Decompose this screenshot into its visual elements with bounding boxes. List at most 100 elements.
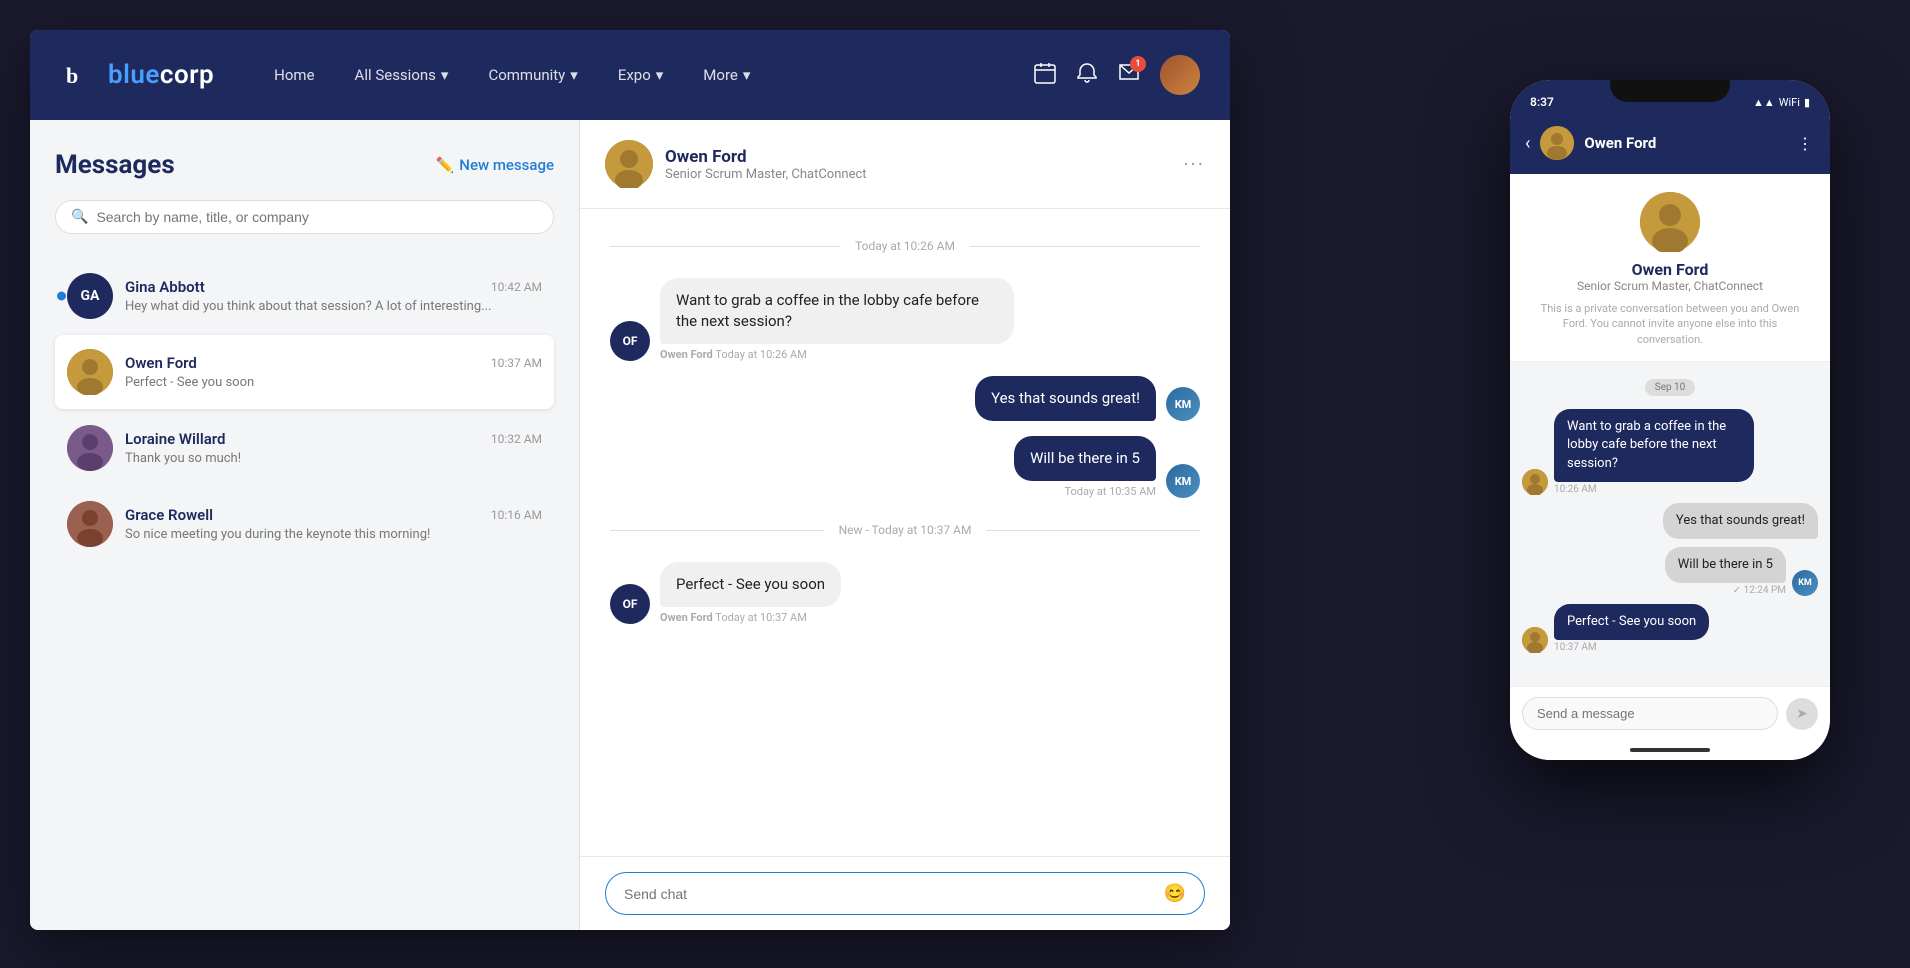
phone-msg-row-3: Will be there in 5 ✓ 12:24 PM KM (1522, 547, 1818, 596)
msg-meta-3: Today at 10:35 AM (1014, 485, 1156, 498)
phone-home-bar (1510, 740, 1830, 760)
logo-text: bluecorp (108, 60, 214, 90)
conversation-list: GA Gina Abbott 10:42 AM Hey what did you… (55, 259, 554, 561)
phone-bubble-1: Want to grab a coffee in the lobby cafe … (1554, 409, 1754, 482)
chat-messages: Today at 10:26 AM OF Want to grab a coff… (580, 209, 1230, 856)
phone-date-badge: Sep 10 (1522, 379, 1818, 396)
msg-meta-4: Owen Ford Today at 10:37 AM (660, 611, 841, 624)
unread-indicator (57, 292, 66, 301)
bell-icon[interactable] (1076, 62, 1098, 89)
phone-contact-name: Owen Ford (1584, 134, 1787, 152)
new-message-button[interactable]: ✏️ New message (436, 156, 554, 174)
conversation-item-gina[interactable]: GA Gina Abbott 10:42 AM Hey what did you… (55, 259, 554, 333)
chat-input[interactable] (624, 886, 1164, 902)
phone-profile-section: Owen Ford Senior Scrum Master, ChatConne… (1510, 174, 1830, 362)
phone-bubble-content-1: Want to grab a coffee in the lobby cafe … (1554, 409, 1754, 495)
avatar-gina: GA (67, 273, 113, 319)
message-row-4: OF Perfect - See you soon Owen Ford Toda… (610, 562, 1200, 624)
phone-avatar-of-4 (1522, 627, 1548, 653)
desktop-app: b bluecorp Home All Sessions ▾ Community… (30, 30, 1230, 930)
msg-name-grace: Grace Rowell (125, 506, 213, 524)
conversation-item-loraine[interactable]: Loraine Willard 10:32 AM Thank you so mu… (55, 411, 554, 485)
avatar-loraine (67, 425, 113, 471)
phone-chat-input[interactable] (1522, 697, 1778, 730)
calendar-icon[interactable] (1034, 62, 1056, 89)
search-input[interactable] (96, 209, 538, 225)
msg-content-owen: Owen Ford 10:37 AM Perfect - See you soo… (125, 354, 542, 390)
message-row-2: Yes that sounds great! KM (610, 376, 1200, 421)
msg-preview-grace: So nice meeting you during the keynote t… (125, 527, 542, 542)
edit-icon: ✏️ (436, 156, 455, 174)
emoji-icon[interactable]: 😊 (1164, 883, 1186, 904)
chat-header: Owen Ford Senior Scrum Master, ChatConne… (580, 120, 1230, 209)
nav-community[interactable]: Community ▾ (488, 66, 577, 84)
message-row-3: Will be there in 5 Today at 10:35 AM KM (610, 436, 1200, 498)
msg-bubble-4: Perfect - See you soon (660, 562, 841, 607)
conversation-item-owen[interactable]: Owen Ford 10:37 AM Perfect - See you soo… (55, 335, 554, 409)
main-nav: Home All Sessions ▾ Community ▾ Expo ▾ M… (274, 66, 1034, 84)
avatar-of-msg4: OF (610, 584, 650, 624)
phone-bubble-2: Yes that sounds great! (1663, 503, 1818, 539)
user-avatar[interactable] (1160, 55, 1200, 95)
msg-preview-gina: Hey what did you think about that sessio… (125, 299, 542, 314)
search-icon: 🔍 (71, 209, 88, 225)
nav-all-sessions[interactable]: All Sessions ▾ (355, 66, 449, 84)
msg-bubble-wrap-2: Yes that sounds great! (975, 376, 1156, 421)
phone-more-button[interactable]: ⋮ (1797, 134, 1815, 153)
phone-notch (1610, 80, 1730, 102)
phone-profile-avatar (1640, 192, 1700, 252)
signal-icon: ▲▲ (1753, 96, 1775, 109)
chat-panel: Owen Ford Senior Scrum Master, ChatConne… (580, 120, 1230, 930)
messages-icon[interactable]: 1 (1118, 62, 1140, 89)
msg-meta-1: Owen Ford Today at 10:26 AM (660, 348, 1014, 361)
msg-bubble-1: Want to grab a coffee in the lobby cafe … (660, 278, 1014, 344)
search-box: 🔍 (55, 200, 554, 234)
phone-back-button[interactable]: ‹ (1525, 133, 1530, 154)
conversation-item-grace[interactable]: Grace Rowell 10:16 AM So nice meeting yo… (55, 487, 554, 561)
phone-send-button[interactable]: ➤ (1786, 698, 1818, 730)
nav-expo[interactable]: Expo ▾ (618, 66, 663, 84)
msg-bubble-wrap-4: Perfect - See you soon Owen Ford Today a… (660, 562, 841, 624)
messages-panel: Messages ✏️ New message 🔍 GA (30, 120, 580, 930)
main-content: Messages ✏️ New message 🔍 GA (30, 120, 1230, 930)
notification-badge: 1 (1130, 56, 1146, 72)
avatar-km-msg2: KM (1166, 387, 1200, 421)
phone-device: 8:37 ▲▲ WiFi ▮ ‹ Owen Ford ⋮ (1510, 80, 1830, 760)
phone-status-icons: ▲▲ WiFi ▮ (1753, 96, 1810, 109)
date-divider: Today at 10:26 AM (610, 239, 1200, 253)
msg-name-gina: Gina Abbott (125, 278, 205, 296)
user-avatar-img (1160, 55, 1200, 95)
msg-time-loraine: 10:32 AM (491, 432, 542, 446)
phone-bubble-content-3: Will be there in 5 ✓ 12:24 PM (1665, 547, 1786, 596)
phone-screen: 8:37 ▲▲ WiFi ▮ ‹ Owen Ford ⋮ (1510, 80, 1830, 760)
avatar-owen (67, 349, 113, 395)
msg-name-owen: Owen Ford (125, 354, 197, 372)
svg-text:b: b (66, 63, 78, 88)
phone-bubble-content-2: Yes that sounds great! (1663, 503, 1818, 539)
more-options-button[interactable]: ··· (1183, 152, 1205, 176)
phone-time: 8:37 (1530, 95, 1554, 109)
msg-preview-owen: Perfect - See you soon (125, 375, 542, 390)
nav-more[interactable]: More ▾ (703, 66, 750, 84)
nav-home[interactable]: Home (274, 66, 314, 84)
phone-time-3: ✓ 12:24 PM (1665, 585, 1786, 596)
phone-home-indicator (1630, 748, 1710, 752)
phone-avatar-of-1 (1522, 469, 1548, 495)
new-divider: New - Today at 10:37 AM (610, 523, 1200, 537)
msg-bubble-2: Yes that sounds great! (975, 376, 1156, 421)
phone-profile-title: Senior Scrum Master, ChatConnect (1577, 279, 1763, 293)
msg-content-grace: Grace Rowell 10:16 AM So nice meeting yo… (125, 506, 542, 542)
chat-contact-avatar (605, 140, 653, 188)
chevron-down-icon: ▾ (570, 66, 578, 84)
chat-header-info: Owen Ford Senior Scrum Master, ChatConne… (665, 147, 1183, 182)
chat-input-area: 😊 (580, 856, 1230, 930)
wifi-icon: WiFi (1779, 96, 1800, 109)
msg-bubble-wrap-1: Want to grab a coffee in the lobby cafe … (660, 278, 1014, 361)
msg-bubble-wrap-3: Will be there in 5 Today at 10:35 AM (1014, 436, 1156, 498)
msg-bubble-3: Will be there in 5 (1014, 436, 1156, 481)
logo[interactable]: b bluecorp (60, 55, 214, 95)
avatar-grace (67, 501, 113, 547)
chevron-down-icon: ▾ (743, 66, 751, 84)
phone-private-note: This is a private conversation between y… (1525, 301, 1815, 347)
phone-bubble-content-4: Perfect - See you soon 10:37 AM (1554, 604, 1709, 653)
